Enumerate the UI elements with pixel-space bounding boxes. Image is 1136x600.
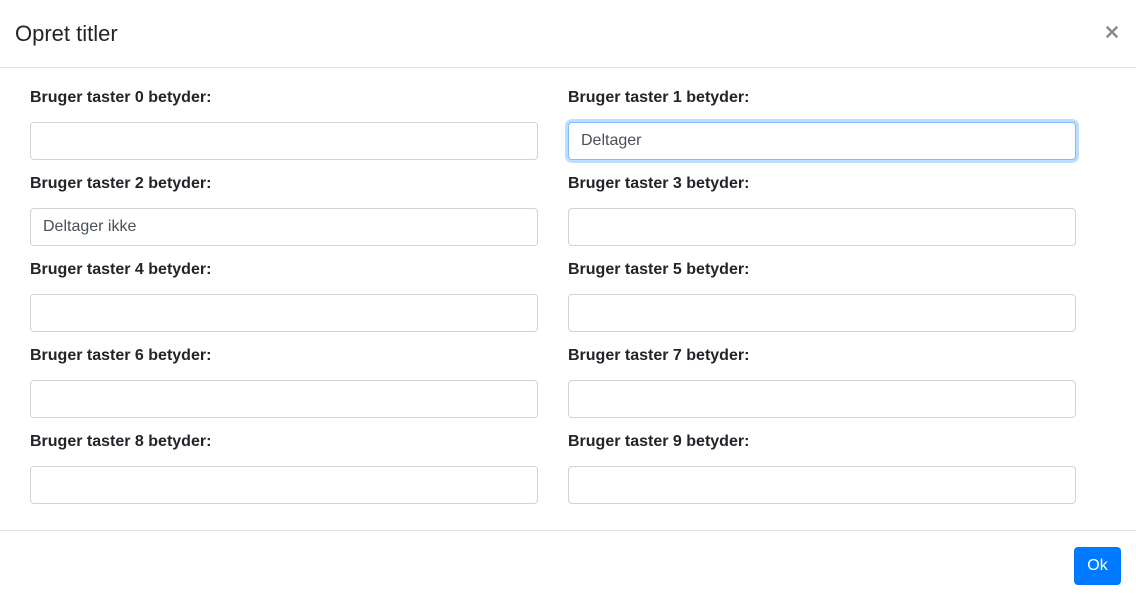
field-key-0: Bruger taster 0 betyder:: [30, 88, 538, 160]
modal-body: Bruger taster 0 betyder: Bruger taster 1…: [0, 68, 1136, 530]
key-8-input[interactable]: [30, 466, 538, 504]
field-key-7: Bruger taster 7 betyder:: [568, 346, 1076, 418]
field-label: Bruger taster 2 betyder:: [30, 175, 212, 192]
modal-title: Opret titler: [15, 21, 118, 46]
field-key-3: Bruger taster 3 betyder:: [568, 174, 1076, 246]
field-key-8: Bruger taster 8 betyder:: [30, 432, 538, 504]
close-button[interactable]: [1100, 16, 1124, 42]
field-label: Bruger taster 9 betyder:: [568, 433, 750, 450]
close-icon: [1106, 25, 1118, 38]
key-6-input[interactable]: [30, 380, 538, 418]
field-key-4: Bruger taster 4 betyder:: [30, 260, 538, 332]
field-label: Bruger taster 4 betyder:: [30, 261, 212, 278]
key-7-input[interactable]: [568, 380, 1076, 418]
key-9-input[interactable]: [568, 466, 1076, 504]
field-label: Bruger taster 3 betyder:: [568, 175, 750, 192]
field-key-5: Bruger taster 5 betyder:: [568, 260, 1076, 332]
create-titles-modal: Opret titler Bruger taster 0 betyder: Br…: [0, 0, 1136, 600]
field-label: Bruger taster 7 betyder:: [568, 347, 750, 364]
modal-header: Opret titler: [0, 0, 1136, 68]
modal-footer: Ok: [0, 530, 1136, 600]
key-2-input[interactable]: [30, 208, 538, 246]
field-label: Bruger taster 0 betyder:: [30, 89, 212, 106]
key-3-input[interactable]: [568, 208, 1076, 246]
ok-button[interactable]: Ok: [1074, 547, 1121, 585]
field-key-9: Bruger taster 9 betyder:: [568, 432, 1076, 504]
key-1-input[interactable]: [568, 122, 1076, 160]
field-label: Bruger taster 6 betyder:: [30, 347, 212, 364]
field-key-1: Bruger taster 1 betyder:: [568, 88, 1076, 160]
field-label: Bruger taster 5 betyder:: [568, 261, 750, 278]
key-0-input[interactable]: [30, 122, 538, 160]
field-key-6: Bruger taster 6 betyder:: [30, 346, 538, 418]
field-label: Bruger taster 1 betyder:: [568, 89, 750, 106]
key-4-input[interactable]: [30, 294, 538, 332]
field-label: Bruger taster 8 betyder:: [30, 433, 212, 450]
field-key-2: Bruger taster 2 betyder:: [30, 174, 538, 246]
key-5-input[interactable]: [568, 294, 1076, 332]
